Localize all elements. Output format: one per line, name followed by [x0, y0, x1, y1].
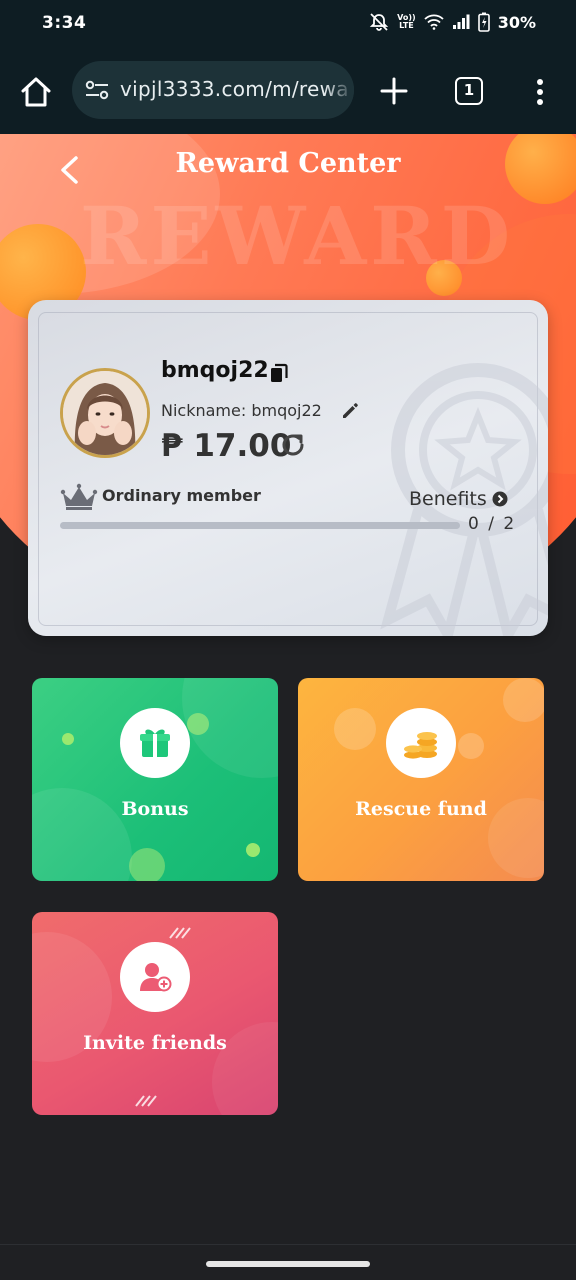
arrows-decoration-icon: [135, 1095, 157, 1107]
crown-icon: [60, 483, 98, 510]
gesture-handle[interactable]: [206, 1261, 370, 1267]
benefits-label: Benefits: [409, 488, 487, 510]
bonus-label: Bonus: [121, 798, 189, 820]
member-level: Ordinary member: [102, 486, 261, 505]
coins-icon: [404, 732, 437, 759]
tab-switcher-button[interactable]: 1: [455, 77, 483, 105]
hero-watermark: REWARD: [80, 189, 515, 283]
gift-icon: [140, 729, 170, 757]
username: bmqoj22: [161, 358, 269, 383]
volte-indicator: Vo)) LTE: [397, 14, 416, 30]
refresh-icon[interactable]: [278, 430, 308, 460]
rescue-fund-icon-circle: [386, 708, 456, 778]
tile-decoration: [246, 843, 260, 857]
edit-pencil-icon[interactable]: [340, 401, 360, 421]
rescue-fund-label: Rescue fund: [355, 798, 487, 820]
member-card: bmqoj22 Nickname: bmqoj22 ₱ 17.00 Ordina…: [28, 300, 548, 636]
copy-icon[interactable]: [268, 362, 290, 384]
lte-label: LTE: [399, 21, 414, 30]
battery-icon: [477, 12, 490, 32]
tile-decoration: [334, 708, 376, 750]
nickname-label: Nickname: bmqoj22: [161, 401, 322, 420]
tile-decoration: [187, 713, 209, 735]
wallet-balance: ₱ 17.00: [161, 428, 292, 464]
status-bar: 3:34 Vo)) LTE 30%: [0, 0, 576, 50]
tile-decoration: [503, 678, 544, 722]
url-fade: [324, 61, 354, 119]
more-menu-icon[interactable]: [528, 76, 552, 108]
status-time: 3:34: [42, 13, 87, 33]
page-title: Reward Center: [175, 148, 401, 179]
benefits-link[interactable]: Benefits: [409, 488, 508, 510]
new-tab-icon[interactable]: [378, 75, 410, 107]
arrows-decoration-icon: [169, 927, 191, 939]
battery-percent: 30%: [497, 12, 536, 32]
invite-user-icon: [140, 963, 172, 992]
tile-decoration: [129, 848, 165, 881]
bonus-icon-circle: [120, 708, 190, 778]
wifi-icon: [424, 14, 444, 30]
tile-decoration: [62, 733, 74, 745]
bonus-tile[interactable]: Bonus: [32, 678, 278, 881]
browser-toolbar: vipjl3333.com/m/rewa 1: [0, 50, 576, 134]
invite-icon-circle: [120, 942, 190, 1012]
vip-progress-text: 0 / 2: [468, 514, 517, 534]
tile-decoration: [458, 733, 484, 759]
url-text[interactable]: vipjl3333.com/m/rewa: [120, 77, 349, 101]
system-nav-bar: [0, 1244, 576, 1280]
status-icons: Vo)) LTE 30%: [369, 12, 536, 32]
vip-progress-bar: [60, 522, 460, 529]
avatar[interactable]: [60, 368, 150, 458]
bell-muted-icon: [369, 13, 389, 31]
address-bar[interactable]: vipjl3333.com/m/rewa: [72, 61, 354, 119]
rescue-fund-tile[interactable]: Rescue fund: [298, 678, 544, 881]
chevron-right-circle-icon: [492, 491, 508, 507]
signal-icon: [452, 14, 470, 29]
avatar-portrait-icon: [63, 371, 147, 455]
site-settings-icon[interactable]: [84, 79, 110, 101]
invite-friends-label: Invite friends: [83, 1032, 227, 1054]
reward-center-page: REWARD Reward Center bmqoj22 Nickname: b…: [0, 134, 576, 1244]
home-icon[interactable]: [18, 74, 54, 110]
invite-friends-tile[interactable]: Invite friends: [32, 912, 278, 1115]
